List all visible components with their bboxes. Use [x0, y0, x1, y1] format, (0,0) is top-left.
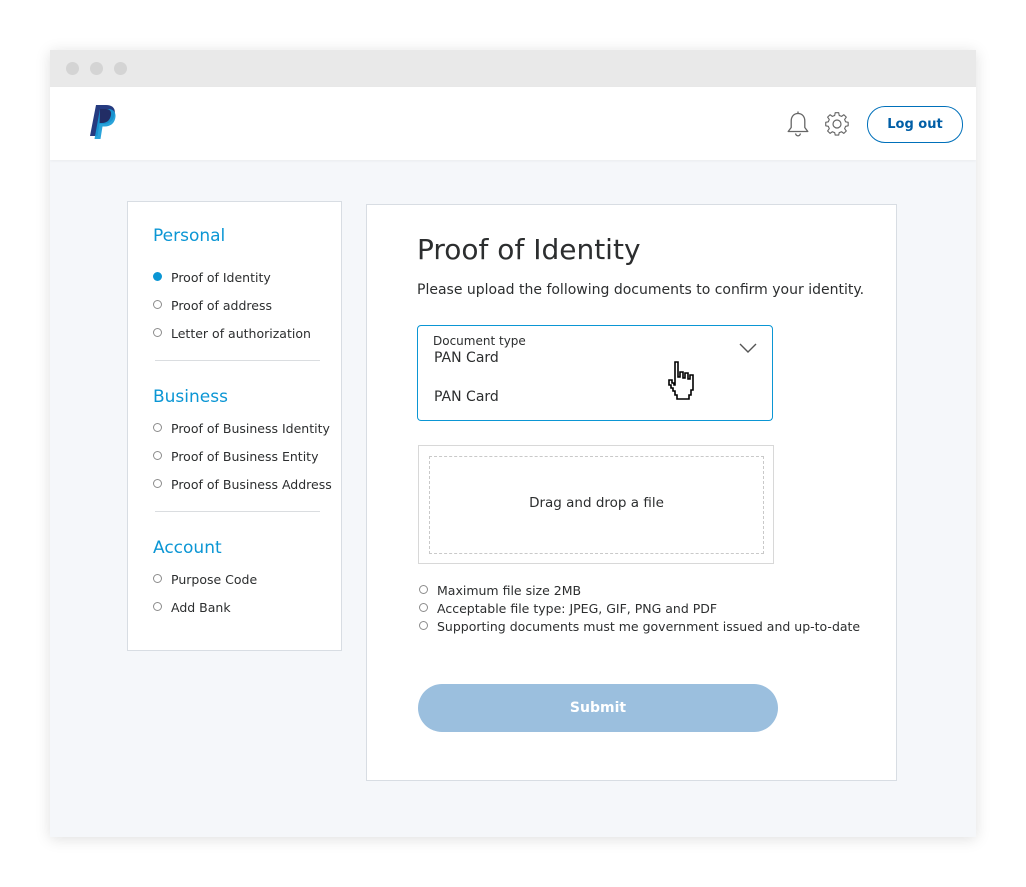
upload-card: Proof of Identity Please upload the foll… — [366, 204, 897, 781]
active-bullet-icon — [153, 272, 162, 281]
sidebar-item-letter-of-authorization[interactable]: Letter of authorization — [153, 326, 311, 341]
sidebar-item-proof-of-business-address[interactable]: Proof of Business Address — [153, 477, 332, 492]
browser-window: Log out Personal Proof of Identity Proof… — [50, 50, 976, 837]
sidebar-item-proof-of-address[interactable]: Proof of address — [153, 298, 272, 313]
sidebar: Personal Proof of Identity Proof of addr… — [127, 201, 342, 651]
window-dot-minimize[interactable] — [90, 62, 103, 75]
bullet-icon — [153, 451, 162, 460]
bullet-icon — [153, 328, 162, 337]
bullet-icon — [153, 479, 162, 488]
requirement-text: Supporting documents must me government … — [437, 619, 861, 634]
file-dropzone[interactable]: Drag and drop a file — [429, 456, 764, 554]
requirement-text: Maximum file size 2MB — [437, 583, 582, 598]
bullet-icon — [153, 602, 162, 611]
sidebar-item-proof-of-business-identity[interactable]: Proof of Business Identity — [153, 421, 330, 436]
app-header: Log out — [50, 87, 976, 160]
page-subtitle: Please upload the following documents to… — [417, 282, 865, 298]
bell-icon[interactable] — [785, 110, 811, 138]
chevron-down-icon — [739, 343, 757, 353]
logout-button[interactable]: Log out — [867, 106, 963, 143]
list-item: Acceptable file type: JPEG, GIF, PNG and… — [419, 600, 860, 618]
window-dot-maximize[interactable] — [114, 62, 127, 75]
sidebar-section-title-business: Business — [153, 387, 228, 407]
sidebar-item-proof-of-business-entity[interactable]: Proof of Business Entity — [153, 449, 318, 464]
sidebar-divider — [155, 511, 320, 512]
bullet-icon — [153, 423, 162, 432]
bullet-icon — [153, 300, 162, 309]
sidebar-item-label: Add Bank — [171, 600, 231, 615]
bullet-icon — [153, 574, 162, 583]
requirements-list: Maximum file size 2MB Acceptable file ty… — [419, 582, 860, 636]
window-titlebar — [50, 50, 976, 87]
gear-icon[interactable] — [824, 110, 850, 138]
sidebar-section-title-account: Account — [153, 538, 222, 558]
document-type-value: PAN Card — [434, 350, 499, 366]
requirement-text: Acceptable file type: JPEG, GIF, PNG and… — [437, 601, 718, 616]
sidebar-item-label: Proof of address — [171, 298, 272, 313]
sidebar-section-title-personal: Personal — [153, 226, 226, 246]
sidebar-divider — [155, 360, 320, 361]
list-item: Maximum file size 2MB — [419, 582, 860, 600]
paypal-logo-icon[interactable] — [87, 104, 117, 140]
page-title: Proof of Identity — [417, 233, 641, 266]
document-type-label: Document type — [433, 334, 526, 348]
document-type-dropdown: PAN Card — [417, 375, 773, 421]
sidebar-item-label: Purpose Code — [171, 572, 258, 587]
sidebar-item-label: Proof of Business Entity — [171, 449, 319, 464]
sidebar-item-proof-of-identity[interactable]: Proof of Identity — [153, 270, 271, 285]
file-upload-box: Drag and drop a file — [418, 445, 774, 564]
sidebar-item-label: Proof of Business Identity — [171, 421, 330, 436]
bullet-icon — [419, 585, 428, 594]
bullet-icon — [419, 603, 428, 612]
sidebar-item-purpose-code[interactable]: Purpose Code — [153, 572, 257, 587]
dropdown-option-pan-card[interactable]: PAN Card — [434, 389, 499, 405]
sidebar-item-label: Letter of authorization — [171, 326, 311, 341]
dropzone-label: Drag and drop a file — [529, 495, 664, 511]
document-type-select[interactable]: Document type PAN Card — [417, 325, 773, 376]
sidebar-item-label: Proof of Business Address — [171, 477, 332, 492]
list-item: Supporting documents must me government … — [419, 618, 860, 636]
window-dot-close[interactable] — [66, 62, 79, 75]
bullet-icon — [419, 621, 428, 630]
submit-button[interactable]: Submit — [418, 684, 778, 732]
sidebar-item-add-bank[interactable]: Add Bank — [153, 600, 231, 615]
sidebar-item-label: Proof of Identity — [171, 270, 271, 285]
